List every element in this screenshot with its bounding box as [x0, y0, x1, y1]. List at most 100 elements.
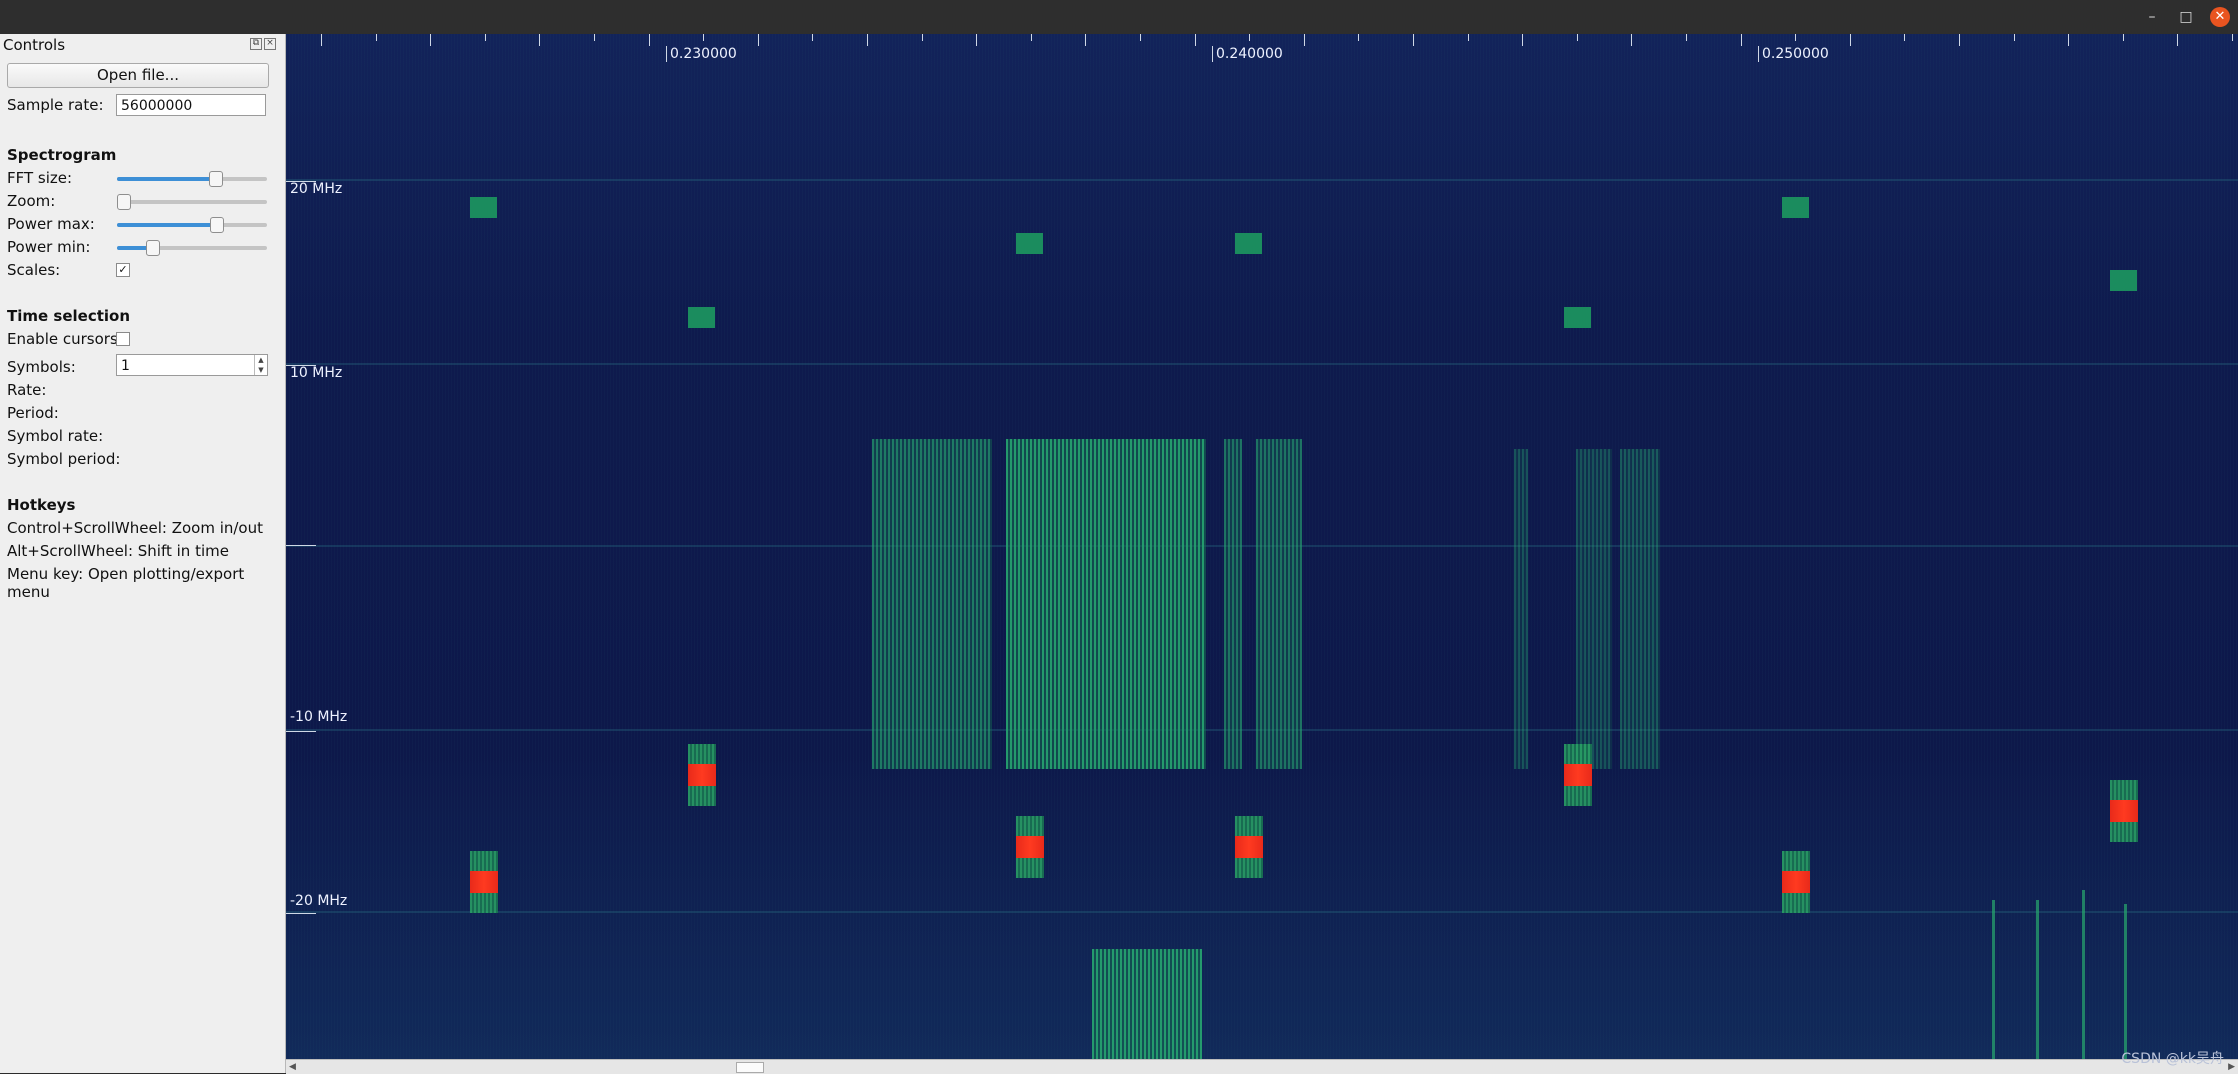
- wideband-burst: [1256, 439, 1302, 769]
- freq-label: -20 MHz: [290, 893, 348, 909]
- window-titlebar: – □ ✕: [0, 0, 2238, 34]
- peak-signal: [2110, 780, 2138, 842]
- time-axis-tick: [2013, 34, 2015, 41]
- time-axis-tick: [321, 34, 322, 46]
- time-axis-tick: [1303, 34, 1305, 46]
- time-axis-tick: [1740, 34, 1742, 46]
- time-axis-tick: [812, 34, 814, 41]
- scrollbar-thumb[interactable]: [736, 1062, 764, 1073]
- peak-signal: [688, 744, 716, 806]
- time-label: 0.240000: [1212, 46, 1283, 62]
- time-axis-tick: [1030, 34, 1032, 41]
- time-axis-tick: [1576, 34, 1578, 41]
- zoom-label: Zoom:: [7, 192, 56, 210]
- time-axis-tick: [539, 34, 541, 46]
- symbols-value: 1: [121, 358, 130, 374]
- time-axis-tick: [2068, 34, 2070, 46]
- signal-block: [1782, 197, 1809, 218]
- signal-block: [2110, 270, 2137, 291]
- time-axis-tick: [648, 34, 650, 46]
- enable-cursors-checkbox[interactable]: [116, 332, 130, 346]
- fft-size-slider[interactable]: [117, 171, 267, 187]
- signal-strip: [2082, 890, 2085, 1059]
- power-max-slider[interactable]: [117, 217, 267, 233]
- signal-block: [1564, 307, 1591, 328]
- freq-tick: [286, 545, 316, 546]
- time-axis-tick: [430, 34, 432, 46]
- controls-panel: Controls ⧉ × Open file... Sample rate: 5…: [0, 34, 286, 1073]
- symbol-period-label: Symbol period:: [7, 450, 121, 468]
- scroll-left-icon[interactable]: ◀: [289, 1060, 296, 1074]
- panel-title: Controls: [3, 36, 66, 54]
- time-axis-tick: [1849, 34, 1851, 46]
- signal-block: [1016, 233, 1043, 254]
- fft-size-label: FFT size:: [7, 169, 73, 187]
- symbol-rate-label: Symbol rate:: [7, 427, 104, 445]
- freq-tick: [286, 731, 316, 732]
- time-axis-tick: [1522, 34, 1524, 46]
- peak-signal: [1016, 816, 1044, 878]
- freq-gridline: [286, 363, 2238, 365]
- open-file-button[interactable]: Open file...: [7, 63, 269, 88]
- hotkey-zoom: Control+ScrollWheel: Zoom in/out: [7, 519, 263, 537]
- time-axis-tick: [1358, 34, 1360, 41]
- time-axis-tick: [867, 34, 868, 46]
- close-dock-icon[interactable]: ×: [264, 38, 276, 50]
- zoom-slider[interactable]: [117, 194, 267, 210]
- time-axis-tick: [1686, 34, 1687, 41]
- time-label: 0.230000: [666, 46, 737, 62]
- time-selection-header: Time selection: [7, 307, 131, 325]
- scales-checkbox[interactable]: ✓: [116, 263, 130, 277]
- spin-arrows-icon[interactable]: ▲ ▼: [254, 355, 267, 375]
- time-axis-tick: [1904, 34, 1906, 41]
- wideband-burst: [1620, 449, 1660, 769]
- time-axis-tick: [1085, 34, 1087, 46]
- signal-block: [470, 197, 497, 218]
- time-axis-tick: [757, 34, 759, 46]
- wideband-burst: [1092, 949, 1202, 1059]
- rate-label: Rate:: [7, 381, 47, 399]
- maximize-icon[interactable]: □: [2176, 7, 2196, 27]
- time-axis-tick: [594, 34, 595, 41]
- time-axis-tick: [1959, 34, 1960, 46]
- hotkeys-header: Hotkeys: [7, 496, 76, 514]
- time-axis-tick: [1194, 34, 1196, 46]
- minimize-icon[interactable]: –: [2142, 7, 2162, 27]
- time-axis-tick: [375, 34, 377, 41]
- time-axis-tick: [2122, 34, 2124, 41]
- signal-strip: [2124, 904, 2127, 1059]
- period-label: Period:: [7, 404, 59, 422]
- power-max-label: Power max:: [7, 215, 95, 233]
- time-axis-tick: [1631, 34, 1633, 46]
- time-axis-tick: [2177, 34, 2179, 46]
- time-axis-tick: [976, 34, 978, 46]
- symbols-label: Symbols:: [7, 358, 76, 376]
- peak-signal: [470, 851, 498, 913]
- wideband-burst: [1576, 449, 1612, 769]
- horizontal-scrollbar[interactable]: ◀ ▶: [286, 1059, 2238, 1074]
- signal-block: [1235, 233, 1262, 254]
- time-axis-tick: [2232, 34, 2233, 41]
- symbols-spinbox[interactable]: 1 ▲ ▼: [116, 354, 268, 376]
- peak-signal: [1564, 744, 1592, 806]
- close-icon[interactable]: ✕: [2210, 7, 2230, 27]
- wideband-burst: [1006, 439, 1206, 769]
- freq-label: 20 MHz: [290, 181, 343, 197]
- freq-tick: [286, 913, 316, 914]
- wideband-burst: [1224, 439, 1242, 769]
- hotkey-shift: Alt+ScrollWheel: Shift in time: [7, 542, 229, 560]
- peak-signal: [1782, 851, 1810, 913]
- scroll-right-icon[interactable]: ▶: [2228, 1060, 2235, 1074]
- time-axis-tick: [1140, 34, 1141, 41]
- power-min-slider[interactable]: [117, 240, 267, 256]
- sample-rate-input[interactable]: 56000000: [116, 94, 266, 116]
- watermark: CSDN @kk吴舟: [2121, 1051, 2224, 1067]
- signal-block: [688, 307, 715, 328]
- hotkey-menu: Menu key: Open plotting/export menu: [7, 565, 245, 601]
- float-dock-icon[interactable]: ⧉: [250, 38, 262, 50]
- spectrogram-view[interactable]: 0.230000 0.240000 0.250000 20 MHz 10 MHz…: [286, 34, 2238, 1059]
- freq-label: -10 MHz: [290, 709, 348, 725]
- signal-strip: [1992, 900, 1995, 1059]
- time-axis-tick: [921, 34, 923, 41]
- time-axis-tick: [484, 34, 486, 41]
